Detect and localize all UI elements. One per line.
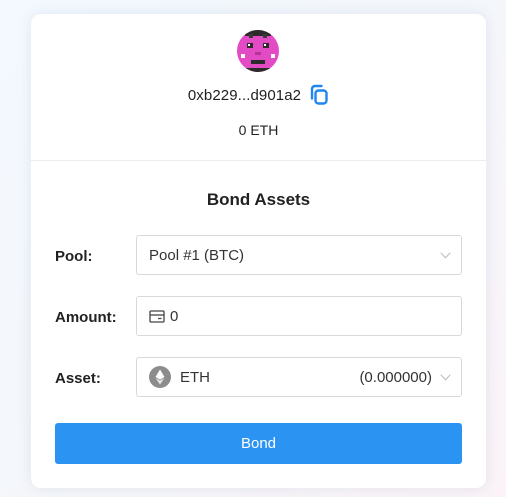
- bond-card: 0xb229...d901a2 0 ETH Bond Assets Pool: …: [31, 14, 486, 488]
- amount-input[interactable]: 0: [136, 296, 462, 336]
- pool-select[interactable]: Pool #1 (BTC): [136, 235, 462, 275]
- asset-select-value: ETH: [180, 368, 210, 386]
- account-balance: 0 ETH: [238, 122, 279, 138]
- account-panel: 0xb229...d901a2 0 ETH: [31, 14, 486, 161]
- wallet-address: 0xb229...d901a2: [187, 86, 302, 104]
- asset-row: Asset: ETH (0.000000): [55, 357, 462, 399]
- wallet-icon: [149, 309, 165, 323]
- bond-button[interactable]: Bond: [55, 423, 462, 464]
- asset-label: Asset:: [55, 369, 101, 387]
- pool-label: Pool:: [55, 247, 93, 265]
- address-row: 0xb229...d901a2: [31, 84, 486, 106]
- chevron-down-icon: [440, 251, 451, 259]
- ethereum-icon: [149, 366, 171, 388]
- asset-select[interactable]: ETH (0.000000): [136, 357, 462, 397]
- avatar-icon: [237, 30, 279, 72]
- amount-label: Amount:: [55, 308, 117, 326]
- pool-row: Pool: Pool #1 (BTC): [55, 235, 462, 277]
- amount-value: 0: [170, 307, 179, 325]
- copy-icon[interactable]: [309, 84, 329, 106]
- pool-select-value: Pool #1 (BTC): [149, 246, 245, 264]
- form-title: Bond Assets: [206, 190, 311, 209]
- chevron-down-icon: [440, 373, 451, 381]
- amount-row: Amount: 0: [55, 296, 462, 338]
- asset-balance: (0.000000): [359, 368, 432, 386]
